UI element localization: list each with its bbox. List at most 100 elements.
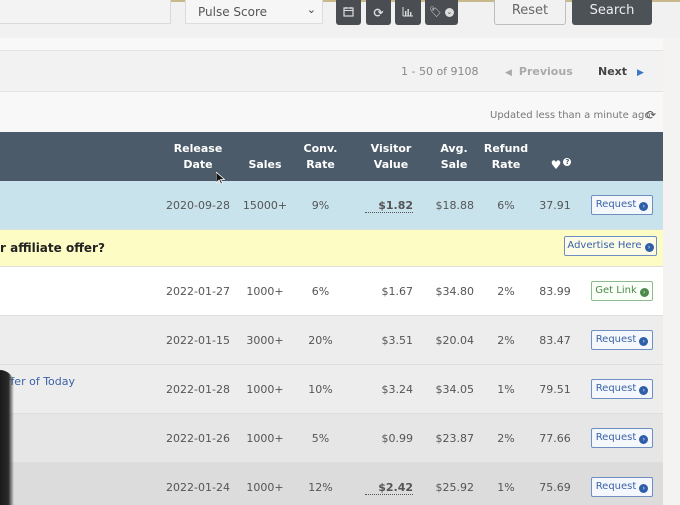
refund-rate-cell: 1%	[497, 383, 515, 396]
header-refund-rate-line1: Refund	[483, 142, 529, 155]
conv-rate-cell: 6%	[311, 285, 330, 298]
header-refund-rate[interactable]: Refund Rate	[482, 141, 530, 173]
header-conv-rate-line2: Rate	[306, 158, 335, 171]
release-date-cell: 2022-01-28	[166, 383, 230, 396]
pulse-score-cell: 77.66	[539, 432, 571, 445]
chevron-circle-right-icon: ›	[639, 386, 649, 395]
avg-sale-cell: $18.88	[435, 199, 475, 212]
action-label: Request	[595, 432, 637, 443]
next-label: Next	[598, 65, 628, 78]
avg-sale-cell: $25.92	[435, 481, 475, 494]
conv-rate-cell: 5%	[311, 432, 330, 445]
sales-cell: 3000+	[246, 334, 284, 347]
release-date-cell: 2022-01-24	[166, 481, 230, 494]
next-page-link[interactable]: Next ▶	[598, 65, 644, 78]
header-pulse[interactable]: ♥?	[546, 157, 576, 173]
chevron-left-icon: ◀	[505, 68, 512, 78]
table-row: 2020-09-28 15000+ 9% $1.82 $18.88 6% 37.91 Requ…	[0, 181, 663, 230]
conv-rate-cell: 12%	[308, 481, 333, 494]
request-button[interactable]: Request ›	[591, 428, 653, 448]
search-input[interactable]	[0, 0, 171, 24]
chevron-right-icon: ▶	[637, 68, 644, 78]
pulse-score-cell: 37.91	[539, 199, 571, 212]
previous-page-link[interactable]: ◀ Previous	[505, 65, 573, 78]
avg-sale-cell: $34.80	[435, 285, 475, 298]
visitor-value-cell: $3.51	[381, 334, 414, 347]
table-row: 2022-01-15 3000+ 20% $3.51 $20.04 2% 83.47 Requ…	[0, 316, 663, 365]
table-row: offer of Today 2022-01-28 1000+ 10% $3.24 $34…	[0, 365, 663, 414]
chevron-circle-right-icon: ›	[639, 288, 649, 297]
refresh-button[interactable]: ⟳	[366, 0, 391, 25]
conv-rate-cell: 9%	[311, 199, 330, 212]
refund-rate-cell: 1%	[497, 481, 515, 494]
refund-rate-cell: 2%	[497, 334, 515, 347]
release-date-cell: 2022-01-15	[166, 334, 230, 347]
reset-button[interactable]: Reset	[494, 0, 566, 25]
table-body: 2020-09-28 15000+ 9% $1.82 $18.88 6% 37.91 Requ…	[0, 181, 663, 505]
refund-rate-cell: 6%	[497, 199, 515, 212]
sort-select[interactable]: Pulse Score ⌄	[185, 0, 323, 24]
visitor-value-cell: $0.99	[381, 432, 414, 445]
filter-bar: Pulse Score ⌄ ⟳ 🏷 ⌄ Reset Search	[0, 0, 680, 38]
advertise-prompt: r affiliate offer?	[0, 241, 105, 255]
pulse-score-cell: 83.47	[539, 334, 571, 347]
refresh-icon[interactable]: ⟳	[646, 108, 656, 122]
chevron-circle-right-icon: ›	[639, 484, 649, 493]
chevron-circle-right-icon: ›	[639, 337, 649, 346]
sales-cell: 1000+	[246, 481, 284, 494]
calendar-button[interactable]	[336, 0, 361, 25]
offers-table: Release Date Sales Conv. Rate Visitor Va…	[0, 132, 663, 505]
tags-dropdown-button[interactable]: 🏷 ⌄	[425, 0, 458, 25]
header-avg-sale[interactable]: Avg. Sale	[434, 141, 474, 173]
request-button[interactable]: Request ›	[591, 330, 653, 350]
conv-rate-cell: 20%	[308, 334, 333, 347]
header-refund-rate-line2: Rate	[491, 158, 521, 171]
previous-label: Previous	[518, 65, 573, 78]
get-link-button[interactable]: Get Link ›	[591, 281, 653, 301]
visitor-value-cell: $1.67	[381, 285, 414, 298]
table-row: 2022-01-27 1000+ 6% $1.67 $34.80 2% 83.99 Get L…	[0, 267, 663, 316]
header-sales[interactable]: Sales	[240, 157, 290, 173]
action-label: Request	[595, 199, 637, 210]
chevron-circle-down-icon: ⌄	[444, 8, 454, 17]
header-conv-rate[interactable]: Conv. Rate	[298, 141, 343, 173]
search-button[interactable]: Search	[572, 0, 652, 25]
release-date-cell: 2022-01-26	[166, 432, 230, 445]
header-release-date-line2: Date	[183, 158, 213, 171]
calendar-icon	[343, 6, 354, 20]
refresh-icon: ⟳	[373, 5, 384, 20]
pulse-score-cell: 83.99	[539, 285, 571, 298]
table-row: L2022-01-241000+12%$2.42$25.921%75.69Req…	[0, 463, 663, 505]
header-avg-sale-line2: Sale	[440, 158, 468, 171]
request-button[interactable]: Request ›	[591, 379, 653, 399]
action-label: Get Link	[595, 285, 637, 296]
chart-button[interactable]	[395, 0, 421, 25]
pulse-score-cell: 75.69	[539, 481, 571, 494]
avg-sale-cell: $23.87	[435, 432, 475, 445]
pagination-bar: 1 - 50 of 9108 ◀ Previous Next ▶	[0, 50, 663, 92]
chevron-down-icon: ⌄	[306, 3, 316, 16]
action-label: Request	[595, 383, 637, 394]
heart-icon: ♥	[550, 158, 562, 172]
release-date-cell: 2020-09-28	[166, 199, 230, 212]
header-visitor-value[interactable]: Visitor Value	[366, 141, 416, 173]
bar-chart-icon	[402, 6, 414, 20]
sales-cell: 15000+	[242, 199, 288, 212]
sort-select-value: Pulse Score	[198, 5, 268, 19]
request-button[interactable]: Request ›	[591, 195, 653, 215]
advertise-row: r affiliate offer? Advertise Here ›	[0, 230, 663, 267]
page: Pulse Score ⌄ ⟳ 🏷 ⌄ Reset Search 1 - 50 …	[0, 0, 680, 505]
visitor-value-cell[interactable]: $1.82	[365, 199, 413, 213]
mouse-cursor	[215, 171, 226, 188]
right-gutter	[663, 0, 680, 505]
release-date-cell: 2022-01-27	[166, 285, 230, 298]
avg-sale-cell: $20.04	[435, 334, 475, 347]
sales-cell: 1000+	[246, 285, 284, 298]
help-icon[interactable]: ?	[563, 158, 572, 166]
updated-status: Updated less than a minute ago	[490, 110, 651, 121]
request-button[interactable]: Request ›	[591, 477, 653, 497]
advertise-here-button[interactable]: Advertise Here ›	[564, 236, 657, 256]
visitor-value-cell[interactable]: $2.42	[365, 481, 413, 495]
header-release-date[interactable]: Release Date	[163, 141, 233, 173]
pulse-score-cell: 79.51	[539, 383, 571, 396]
